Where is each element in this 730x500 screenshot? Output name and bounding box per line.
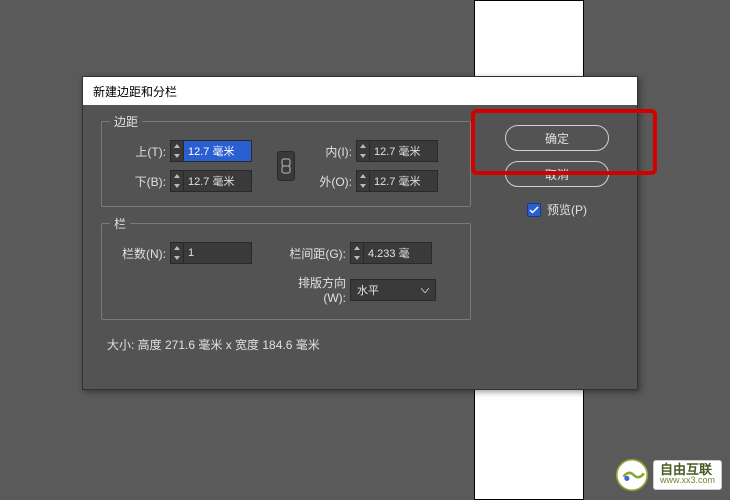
preview-checkbox[interactable] bbox=[527, 203, 541, 217]
link-margins-toggle[interactable] bbox=[277, 151, 295, 181]
margin-bottom-stepper[interactable]: 12.7 毫米 bbox=[170, 170, 270, 192]
watermark-line1: 自由互联 bbox=[660, 463, 715, 476]
direction-label: 排版方向(W): bbox=[276, 274, 346, 305]
margin-outside-label: 外(O): bbox=[302, 173, 352, 190]
margin-outside-stepper[interactable]: 12.7 毫米 bbox=[356, 170, 456, 192]
dialog-titlebar[interactable]: 新建边距和分栏 bbox=[83, 77, 637, 105]
size-info: 大小: 高度 271.6 毫米 x 宽度 184.6 毫米 bbox=[107, 336, 619, 353]
col-count-down-icon[interactable] bbox=[171, 253, 183, 263]
col-count-up-icon[interactable] bbox=[171, 243, 183, 253]
margin-top-value[interactable]: 12.7 毫米 bbox=[184, 140, 252, 162]
columns-fieldset: 栏 栏数(N): 1 栏间距(G): 4.233 毫 bbox=[101, 223, 471, 320]
preview-row: 预览(P) bbox=[527, 201, 587, 218]
margin-out-up-icon[interactable] bbox=[357, 171, 369, 181]
margin-in-down-icon[interactable] bbox=[357, 151, 369, 161]
watermark: 自由互联 www.xx3.com bbox=[615, 458, 722, 492]
margin-out-down-icon[interactable] bbox=[357, 181, 369, 191]
direction-select[interactable]: 水平 bbox=[350, 279, 436, 301]
margin-top-stepper[interactable]: 12.7 毫米 bbox=[170, 140, 270, 162]
column-count-label: 栏数(N): bbox=[116, 245, 166, 262]
margins-legend: 边距 bbox=[110, 113, 142, 130]
dialog-body: 边距 上(T): 12.7 毫米 内(I): bbox=[83, 105, 637, 389]
watermark-logo-icon bbox=[615, 458, 649, 492]
margin-bottom-label: 下(B): bbox=[116, 173, 166, 190]
ok-button[interactable]: 确定 bbox=[505, 125, 609, 151]
margins-fieldset: 边距 上(T): 12.7 毫米 内(I): bbox=[101, 121, 471, 207]
margin-inside-label: 内(I): bbox=[302, 143, 352, 160]
margin-top-label: 上(T): bbox=[116, 143, 166, 160]
margin-top-down-icon[interactable] bbox=[171, 151, 183, 161]
direction-value: 水平 bbox=[357, 282, 379, 298]
gutter-up-icon[interactable] bbox=[351, 243, 363, 253]
margin-bottom-value[interactable]: 12.7 毫米 bbox=[184, 170, 252, 192]
new-margins-columns-dialog: 新建边距和分栏 边距 上(T): 12.7 毫米 bbox=[82, 76, 638, 390]
dialog-title: 新建边距和分栏 bbox=[93, 83, 177, 100]
gutter-stepper[interactable]: 4.233 毫 bbox=[350, 242, 456, 264]
margin-inside-stepper[interactable]: 12.7 毫米 bbox=[356, 140, 456, 162]
watermark-line2: www.xx3.com bbox=[660, 476, 715, 485]
margin-bot-down-icon[interactable] bbox=[171, 181, 183, 191]
margin-inside-value[interactable]: 12.7 毫米 bbox=[370, 140, 438, 162]
column-count-value[interactable]: 1 bbox=[184, 242, 252, 264]
gutter-label: 栏间距(G): bbox=[276, 245, 346, 262]
dialog-side-panel: 确定 取消 预览(P) bbox=[499, 125, 615, 218]
gutter-value[interactable]: 4.233 毫 bbox=[364, 242, 432, 264]
gutter-down-icon[interactable] bbox=[351, 253, 363, 263]
margin-bot-up-icon[interactable] bbox=[171, 171, 183, 181]
margin-in-up-icon[interactable] bbox=[357, 141, 369, 151]
preview-label: 预览(P) bbox=[547, 201, 587, 218]
column-count-stepper[interactable]: 1 bbox=[170, 242, 272, 264]
check-icon bbox=[529, 206, 539, 214]
columns-legend: 栏 bbox=[110, 215, 130, 232]
margin-top-up-icon[interactable] bbox=[171, 141, 183, 151]
cancel-button[interactable]: 取消 bbox=[505, 161, 609, 187]
chevron-down-icon bbox=[421, 284, 429, 296]
margin-outside-value[interactable]: 12.7 毫米 bbox=[370, 170, 438, 192]
